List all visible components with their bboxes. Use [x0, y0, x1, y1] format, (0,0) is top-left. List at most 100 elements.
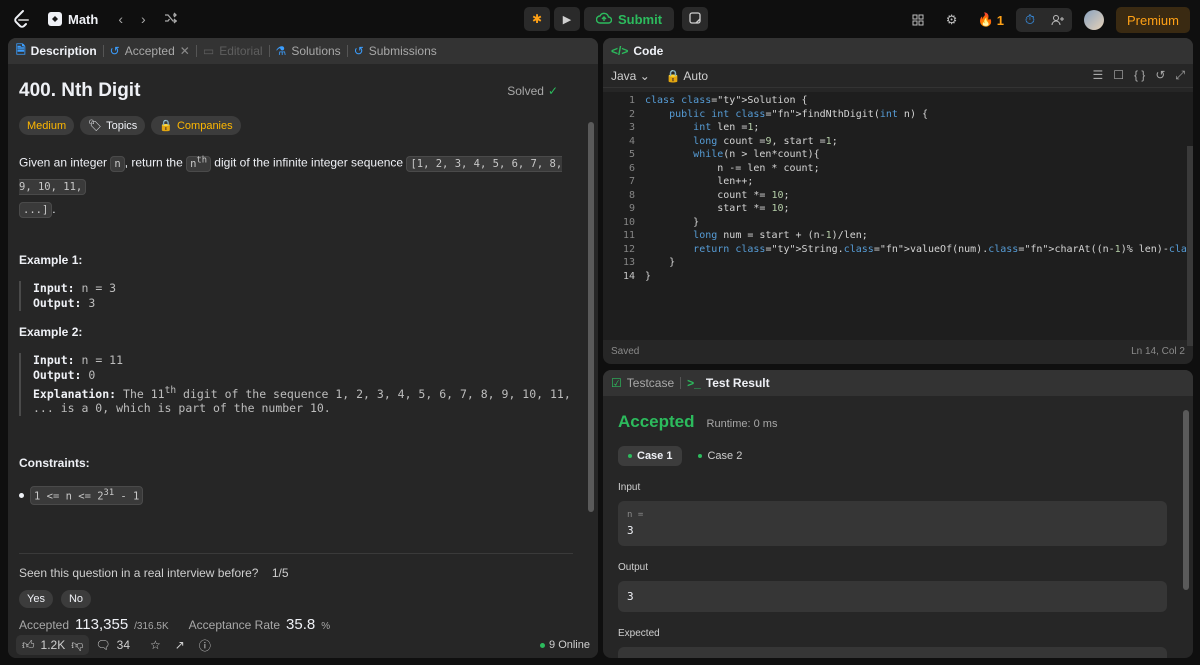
- online-label: 9 Online: [549, 639, 590, 651]
- tab-description-label: Description: [30, 44, 97, 58]
- code-editor[interactable]: 1 2 3 4 5 6 7 8 9 10 11 12 13 14 class class="ty">Sol…: [603, 92, 1193, 346]
- code-line[interactable]: start *= 10;: [645, 202, 1193, 216]
- language-select[interactable]: Java ⌄: [611, 69, 650, 83]
- companies-tag[interactable]: 🔒 Companies: [151, 116, 241, 135]
- tab-accepted[interactable]: ↺ Accepted ✕: [110, 44, 190, 58]
- close-icon[interactable]: ✕: [180, 44, 190, 58]
- avatar[interactable]: [1083, 10, 1104, 30]
- accepted-value: 113,355: [75, 616, 129, 633]
- code-line[interactable]: return class="ty">String.class="fn">valu…: [645, 243, 1193, 257]
- code-line[interactable]: long num = start + (n-1)/len;: [645, 229, 1193, 243]
- result-scrollbar[interactable]: [1183, 410, 1189, 645]
- code-line[interactable]: long count =9, start =1;: [645, 135, 1193, 149]
- scrollbar-thumb[interactable]: [1183, 410, 1189, 590]
- topics-label: Topics: [106, 119, 138, 132]
- inline-code: ...]: [19, 201, 53, 218]
- output-section-label: Output: [618, 562, 649, 573]
- leetcode-logo-icon[interactable]: [10, 8, 32, 30]
- tab-description[interactable]: 🗎 Description: [16, 41, 97, 62]
- submit-button[interactable]: Submit: [584, 7, 675, 31]
- format-icon[interactable]: ☰: [1092, 68, 1103, 83]
- braces-icon[interactable]: { }: [1134, 68, 1145, 83]
- share-icon[interactable]: ↗: [175, 638, 185, 652]
- thumbs-up-icon[interactable]: 👍︎: [22, 638, 35, 653]
- code-line[interactable]: }: [645, 256, 1193, 270]
- premium-button[interactable]: Premium: [1115, 7, 1190, 33]
- no-button[interactable]: No: [60, 590, 92, 608]
- description-scrollbar[interactable]: [588, 122, 594, 658]
- editor-scrollbar[interactable]: [1187, 146, 1193, 346]
- bookmark-icon[interactable]: ☐: [1113, 68, 1124, 83]
- saved-status: Saved: [611, 345, 640, 357]
- tab-test-result[interactable]: >_ Test Result: [687, 376, 769, 390]
- expand-icon[interactable]: ⤢: [1175, 68, 1185, 83]
- prev-problem-icon[interactable]: ‹: [114, 11, 127, 27]
- tab-submissions-label: Submissions: [368, 44, 437, 58]
- code-line[interactable]: int len =1;: [645, 121, 1193, 135]
- daily-streak[interactable]: 🔥 1: [972, 12, 1010, 28]
- acceptance-rate-unit: %: [321, 621, 331, 632]
- tab-testcase[interactable]: ☑ Testcase: [611, 376, 674, 390]
- reset-icon[interactable]: ↺: [1155, 68, 1165, 83]
- stopwatch-icon[interactable]: ⏱: [1016, 8, 1044, 32]
- pass-dot: [698, 454, 703, 458]
- thumbs-down-icon[interactable]: 👎︎: [71, 638, 83, 653]
- debug-button[interactable]: ✱: [524, 7, 550, 31]
- tag-icon: 🏷: [88, 120, 103, 132]
- next-problem-icon[interactable]: ›: [137, 11, 150, 27]
- add-user-icon[interactable]: [1044, 8, 1072, 32]
- topics-tag[interactable]: 🏷 Topics: [80, 116, 146, 135]
- tab-submissions[interactable]: ↺ Submissions: [354, 44, 437, 58]
- code-line[interactable]: count *= 10;: [645, 189, 1193, 203]
- example1-title: Example 1:: [19, 252, 83, 267]
- code-toolbar: Java ⌄ 🔒 Auto ☰ ☐ { } ↺ ⤢: [603, 64, 1193, 88]
- code-lines[interactable]: class class="ty">Solution { public int c…: [645, 94, 1193, 283]
- flask-icon: ⚗: [275, 44, 287, 58]
- case-1-tab[interactable]: Case 1: [618, 446, 683, 466]
- fire-icon: 🔥: [977, 12, 994, 27]
- comment-icon[interactable]: 🗨︎: [95, 638, 110, 652]
- code-line[interactable]: while(n > len*count){: [645, 148, 1193, 162]
- auto-mode[interactable]: 🔒 Auto: [666, 69, 708, 83]
- code-line[interactable]: public int class="fn">findNthDigit(int n…: [645, 108, 1193, 122]
- star-icon[interactable]: ☆: [150, 638, 161, 652]
- tab-solutions[interactable]: ⚗ Solutions: [276, 44, 341, 58]
- inline-code: nth: [186, 155, 211, 172]
- pass-dot: [628, 454, 632, 458]
- like-group: 👍︎ 1.2K 👎︎: [16, 635, 90, 655]
- inline-code: n: [110, 155, 125, 172]
- problem-title[interactable]: 400. Nth Digit: [19, 80, 571, 102]
- history-icon: ↺: [353, 44, 364, 58]
- code-line[interactable]: }: [645, 270, 1193, 284]
- run-button[interactable]: ▶: [554, 7, 580, 31]
- layout-icon[interactable]: [904, 8, 932, 32]
- settings-gear-icon[interactable]: ⚙: [938, 8, 966, 32]
- online-dot: [540, 642, 546, 648]
- expected-value: 3: [627, 656, 1158, 658]
- code-line[interactable]: n -= len * count;: [645, 162, 1193, 176]
- shuffle-icon[interactable]: [160, 11, 182, 27]
- notes-button[interactable]: [682, 7, 709, 31]
- code-line[interactable]: }: [645, 216, 1193, 230]
- code-line[interactable]: len++;: [645, 175, 1193, 189]
- case-2-tab[interactable]: Case 2: [688, 446, 752, 466]
- tab-code[interactable]: </> Code: [611, 44, 663, 58]
- description-footer: 👍︎ 1.2K 👎︎ 🗨︎ 34 ☆ ↗ ⓘ 9 Online: [8, 632, 598, 658]
- yes-button[interactable]: Yes: [19, 590, 53, 608]
- top-navbar: Math ‹ › ✱ ▶ Submit ⚙ 🔥 1 ⏱ Premium: [0, 0, 1200, 38]
- help-icon[interactable]: ⓘ: [199, 637, 211, 654]
- problem-list-button[interactable]: Math: [42, 12, 104, 27]
- problem-list-label: Math: [68, 11, 99, 27]
- accepted-label: Accepted: [19, 618, 70, 632]
- tab-editorial[interactable]: ▭ Editorial: [203, 44, 263, 58]
- line-number: 4: [628, 135, 635, 147]
- case-1-label: Case 1: [637, 450, 673, 462]
- code-line[interactable]: class class="ty">Solution {: [645, 94, 1193, 108]
- acceptance-stats: Accepted 113,355/316.5K Acceptance Rate …: [19, 616, 330, 633]
- divider: [680, 377, 682, 389]
- nth-superscript: th: [196, 155, 207, 165]
- tab-testcase-label: Testcase: [626, 376, 675, 390]
- scrollbar-thumb[interactable]: [588, 122, 594, 512]
- divider: [102, 45, 104, 57]
- description-panel: 🗎 Description ↺ Accepted ✕ ▭ Editorial ⚗…: [8, 38, 598, 658]
